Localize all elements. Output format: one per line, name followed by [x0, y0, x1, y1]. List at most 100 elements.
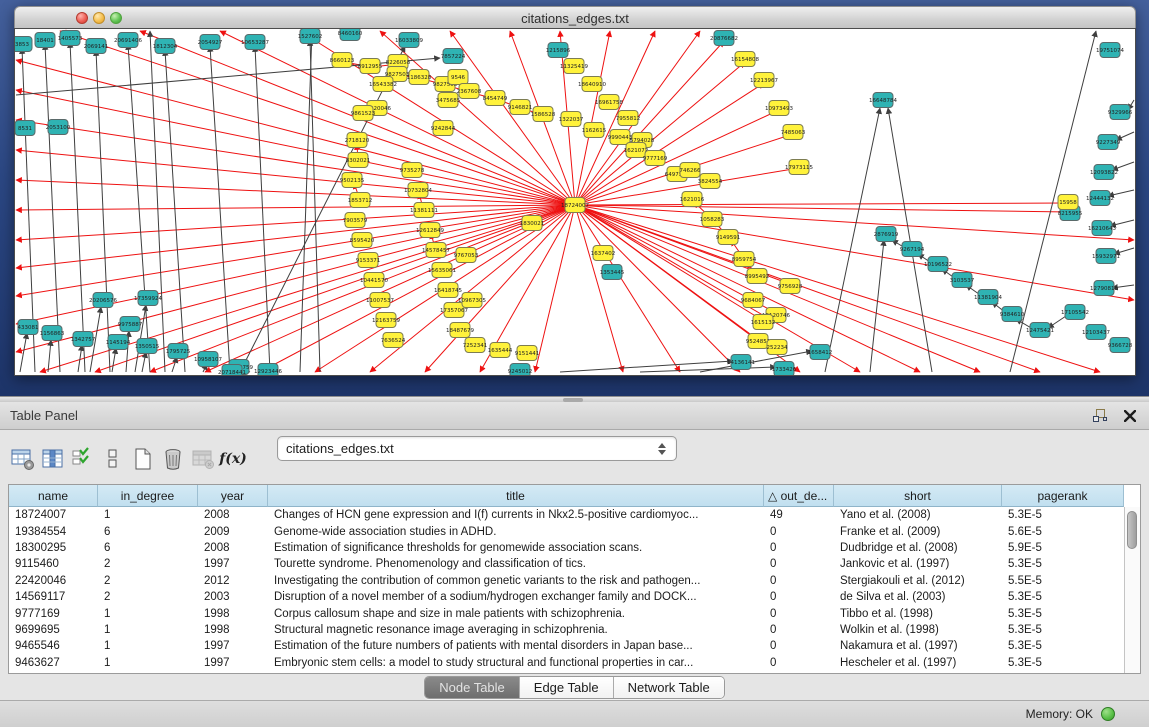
- graph-node[interactable]: 16033809: [395, 33, 423, 48]
- create-column-icon[interactable]: [128, 444, 158, 474]
- graph-node[interactable]: 2054927: [198, 35, 223, 50]
- graph-node[interactable]: 8302021: [346, 153, 371, 168]
- graph-edge[interactable]: [575, 205, 920, 372]
- graph-node[interactable]: 3475685: [436, 93, 461, 108]
- graph-node[interactable]: 8454749: [483, 91, 508, 106]
- graph-node[interactable]: 19751074: [1096, 43, 1124, 58]
- graph-node[interactable]: 2876919: [874, 227, 899, 242]
- graph-node[interactable]: 1156863: [40, 326, 65, 341]
- graph-node[interactable]: 1830021: [520, 216, 545, 231]
- graph-node[interactable]: 15958: [1058, 195, 1078, 210]
- graph-node[interactable]: 7485063: [781, 125, 806, 140]
- graph-node[interactable]: 7857224: [441, 49, 466, 64]
- graph-node[interactable]: 1353445: [600, 265, 625, 280]
- table-row[interactable]: 1456911722003Disruption of a novel membe…: [9, 589, 1140, 605]
- graph-edge[interactable]: [16, 150, 575, 205]
- graph-node[interactable]: 11007537: [366, 293, 394, 308]
- table-row[interactable]: 2242004622012Investigating the contribut…: [9, 573, 1140, 589]
- graph-node[interactable]: 8660123: [330, 53, 355, 68]
- table-row[interactable]: 946362711997Embryonic stem cells: a mode…: [9, 655, 1140, 671]
- graph-node[interactable]: 2718120: [345, 133, 370, 148]
- graph-node[interactable]: 9756928: [778, 279, 803, 294]
- graph-edge[interactable]: [640, 367, 776, 372]
- table-row[interactable]: 977716911998Corpus callosum shape and si…: [9, 605, 1140, 621]
- graph-node[interactable]: 2053100: [46, 120, 71, 135]
- graph-edge[interactable]: [300, 31, 312, 372]
- graph-node[interactable]: 12923446: [254, 364, 282, 376]
- memory-status-indicator-icon[interactable]: [1101, 707, 1115, 721]
- graph-edge[interactable]: [1010, 31, 1096, 372]
- graph-node[interactable]: 10967305: [458, 293, 486, 308]
- graph-node[interactable]: 12163759: [372, 313, 400, 328]
- select-rows-icon[interactable]: [68, 444, 98, 474]
- graph-node[interactable]: 9245012: [508, 364, 533, 376]
- graph-node[interactable]: 15635061: [428, 263, 456, 278]
- graph-node[interactable]: 1145194: [106, 335, 131, 350]
- tab-edge-table[interactable]: Edge Table: [520, 677, 614, 698]
- graph-node[interactable]: 8959754: [732, 252, 757, 267]
- graph-node[interactable]: 14136141: [727, 355, 755, 370]
- graph-node[interactable]: 1733426: [772, 362, 797, 376]
- graph-node[interactable]: 1795725: [166, 344, 191, 359]
- graph-node[interactable]: 3103537: [950, 273, 975, 288]
- graph-node[interactable]: 1658412: [808, 345, 833, 360]
- column-header-out_de[interactable]: △ out_de...: [764, 485, 834, 507]
- row-height-icon[interactable]: [98, 444, 128, 474]
- graph-node[interactable]: 18724007: [561, 198, 589, 213]
- graph-edge[interactable]: [575, 205, 1069, 212]
- graph-edge[interactable]: [575, 110, 779, 205]
- graph-edge[interactable]: [16, 205, 575, 210]
- graph-node[interactable]: 9151441: [515, 346, 540, 361]
- graph-node[interactable]: 9146821: [508, 100, 533, 115]
- column-header-year[interactable]: year: [198, 485, 268, 507]
- graph-edge[interactable]: [16, 205, 575, 352]
- graph-node[interactable]: 8531: [15, 121, 35, 136]
- graph-node[interactable]: 9546: [448, 70, 468, 85]
- table-row[interactable]: 911546021997Tourette syndrome. Phenomeno…: [9, 556, 1140, 572]
- graph-node[interactable]: 17973115: [785, 160, 813, 175]
- graph-node[interactable]: 9684067: [741, 293, 766, 308]
- graph-node[interactable]: 18487679: [446, 323, 474, 338]
- graph-edge[interactable]: [575, 205, 1100, 372]
- graph-edge[interactable]: [575, 205, 1134, 300]
- graph-node[interactable]: 12444132: [1086, 191, 1114, 206]
- graph-node[interactable]: 9149591: [716, 230, 741, 245]
- graph-node[interactable]: 1621016: [680, 192, 705, 207]
- graph-node[interactable]: 12475421: [1026, 323, 1054, 338]
- graph-node[interactable]: 17359924: [134, 291, 162, 306]
- graph-node[interactable]: 9975887: [118, 317, 143, 332]
- graph-node[interactable]: 1342757: [71, 332, 96, 347]
- graph-node[interactable]: 20876682: [710, 31, 738, 46]
- graph-edge[interactable]: [575, 203, 1066, 205]
- graph-node[interactable]: 10958107: [194, 352, 222, 367]
- table-row[interactable]: 1872400712008Changes of HCN gene express…: [9, 507, 1140, 523]
- graph-node[interactable]: 11381111: [410, 203, 438, 218]
- graph-node[interactable]: 9153371: [356, 253, 381, 268]
- citation-network-graph[interactable]: 1872400738531840114055732069141206914061…: [15, 29, 1135, 375]
- graph-edge[interactable]: [45, 44, 60, 372]
- float-panel-icon[interactable]: [1089, 407, 1111, 425]
- graph-node[interactable]: 9767053: [454, 248, 479, 263]
- graph-node[interactable]: 16648784: [869, 93, 897, 108]
- graph-node[interactable]: 20206576: [89, 293, 117, 308]
- graph-edge[interactable]: [172, 357, 177, 372]
- graph-edge[interactable]: [20, 333, 27, 372]
- graph-node[interactable]: 746266: [680, 163, 701, 178]
- window-titlebar[interactable]: citations_edges.txt: [14, 6, 1136, 30]
- graph-node[interactable]: 14578457: [422, 243, 450, 258]
- graph-node[interactable]: 7903579: [343, 213, 368, 228]
- graph-node[interactable]: 16154808: [731, 52, 759, 67]
- graph-node[interactable]: 11381904: [974, 290, 1002, 305]
- graph-edge[interactable]: [48, 340, 51, 372]
- graph-edge[interactable]: [70, 42, 85, 372]
- graph-node[interactable]: 9861523: [351, 106, 376, 121]
- graph-node[interactable]: 8595420: [350, 233, 375, 248]
- graph-edge[interactable]: [112, 348, 116, 372]
- graph-node[interactable]: 9227349: [1096, 135, 1121, 150]
- graph-node[interactable]: 2069141: [84, 39, 109, 54]
- graph-node[interactable]: 12213967: [750, 73, 778, 88]
- graph-node[interactable]: 7955812: [616, 111, 641, 126]
- graph-node[interactable]: 12103437: [1082, 325, 1110, 340]
- graph-node[interactable]: 17105542: [1061, 305, 1089, 320]
- graph-node[interactable]: 2367608: [457, 84, 482, 99]
